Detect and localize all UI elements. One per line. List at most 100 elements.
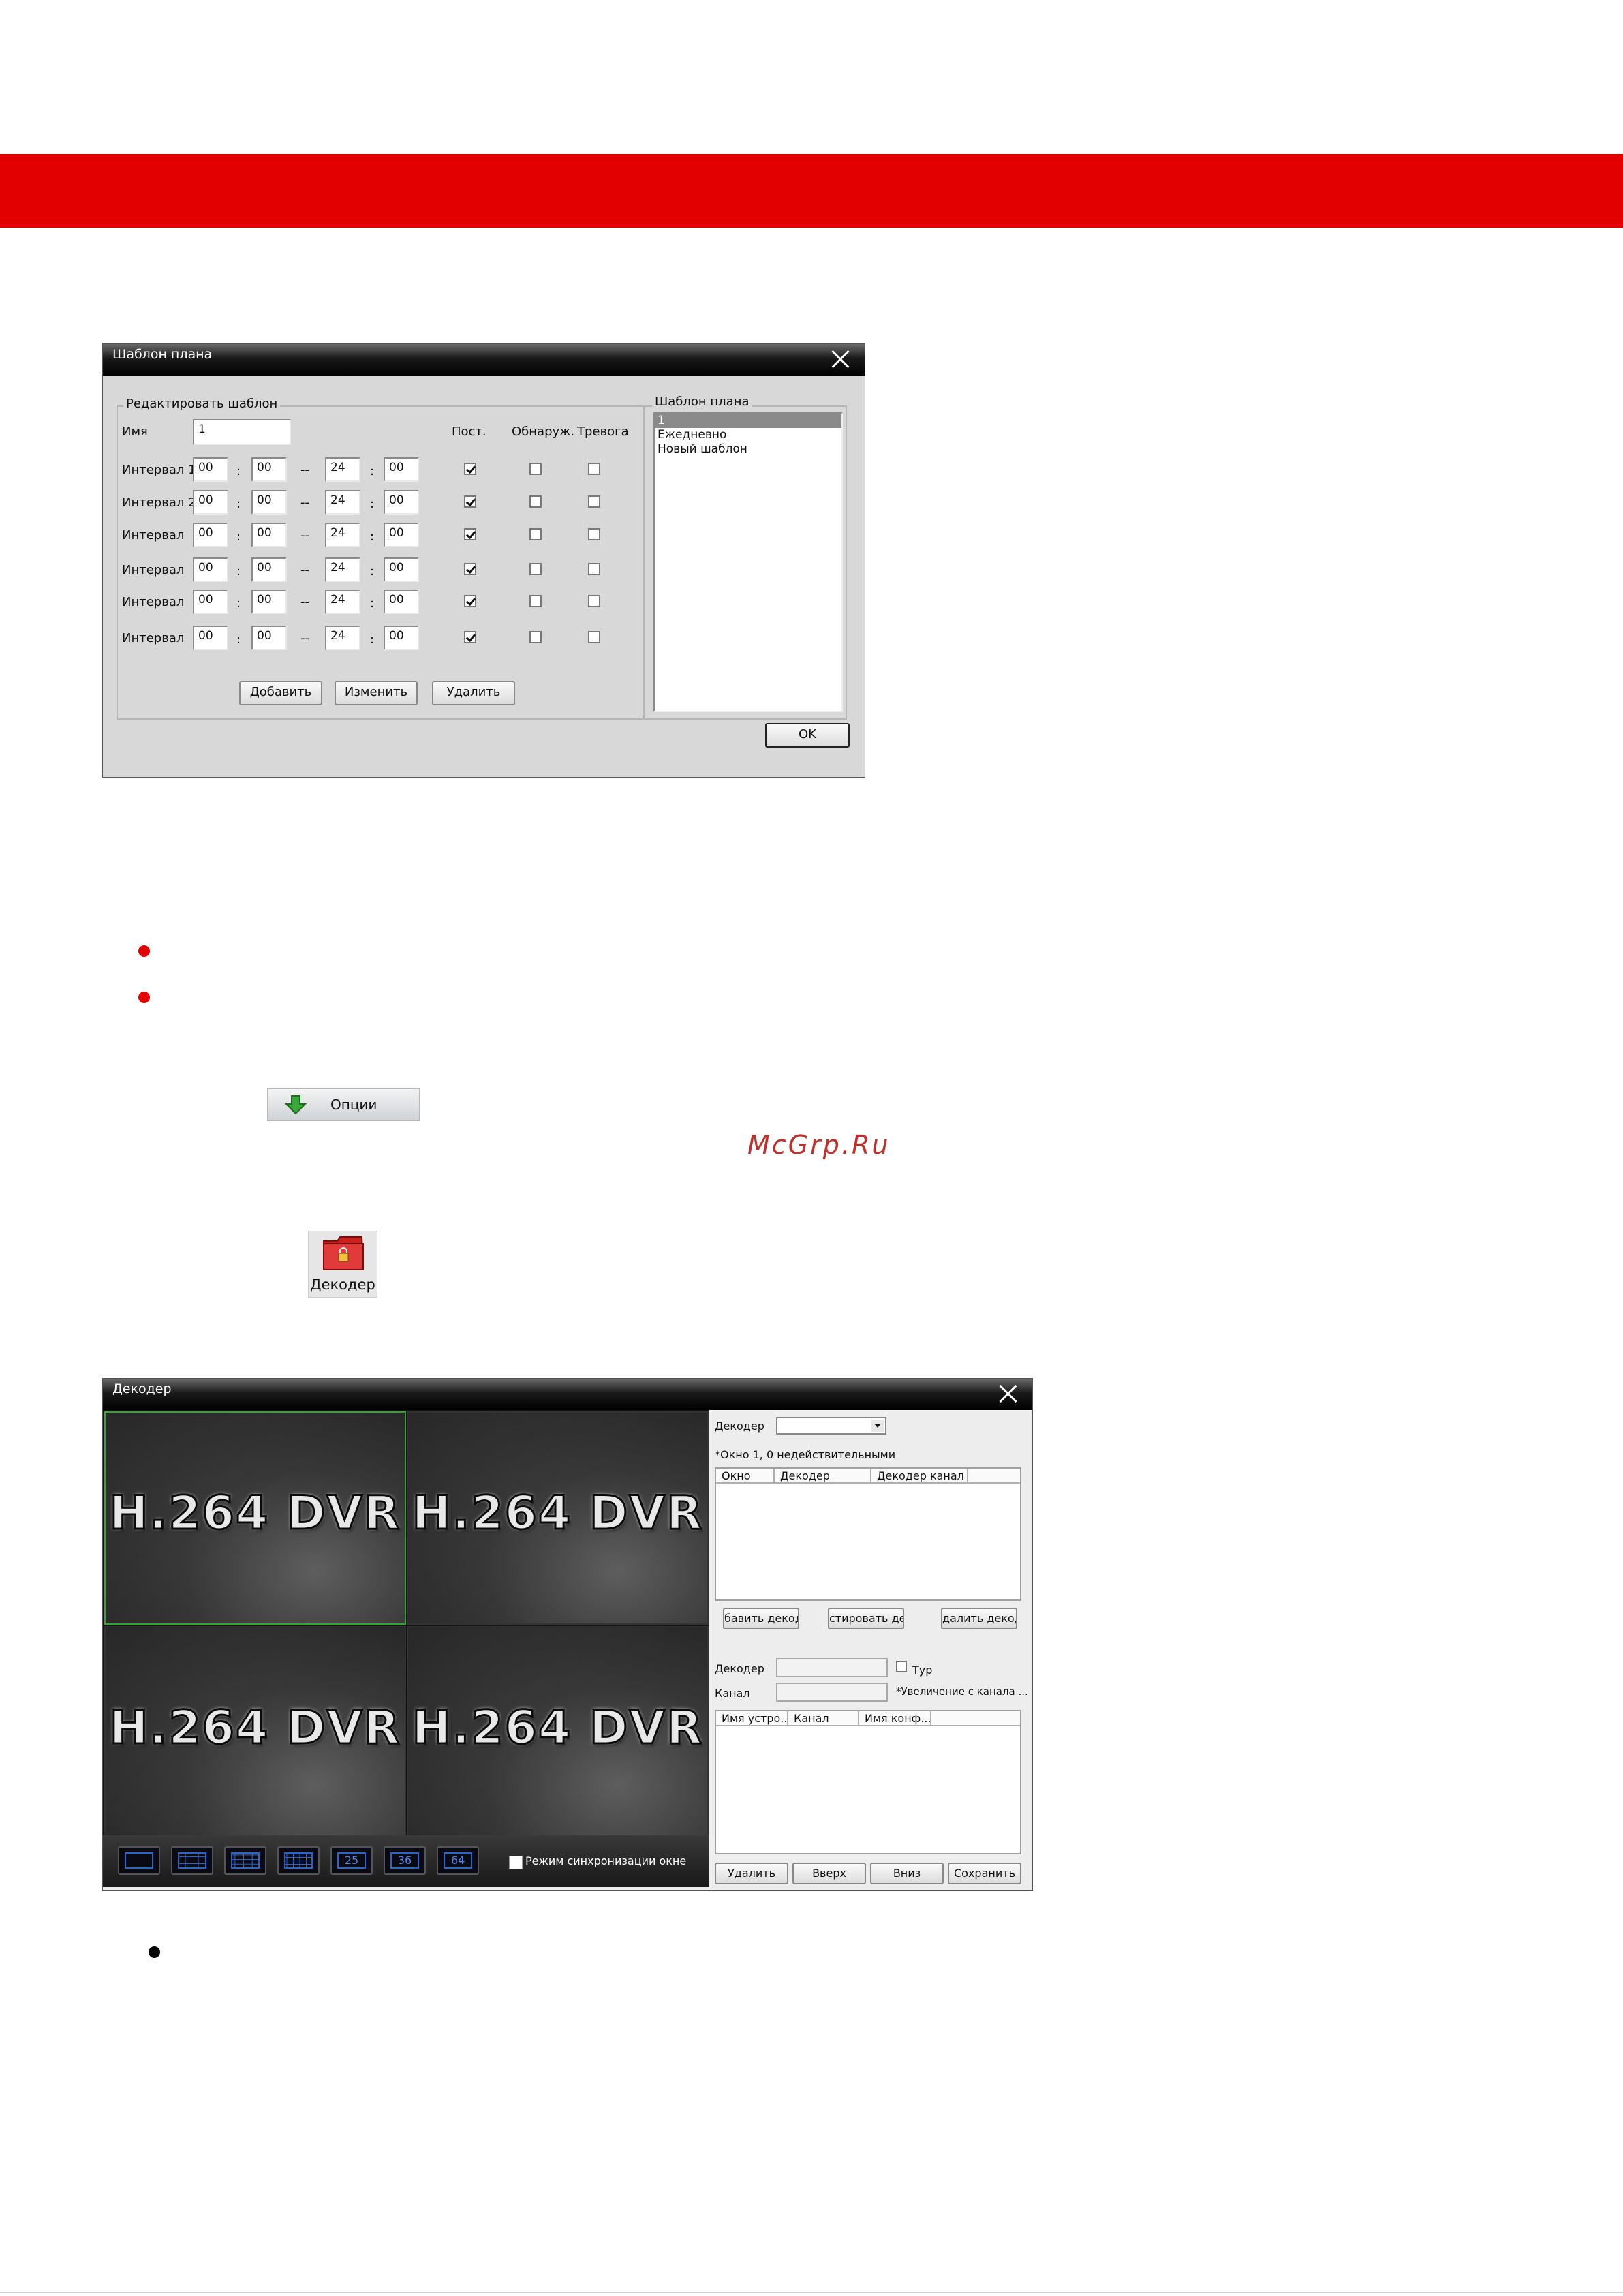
end-minute-input[interactable]: 00 bbox=[384, 490, 419, 515]
detect-checkbox[interactable] bbox=[529, 631, 542, 643]
post-checkbox[interactable] bbox=[464, 528, 476, 540]
add-decoder-button[interactable]: бавить декод bbox=[723, 1608, 799, 1629]
save-button[interactable]: Сохранить bbox=[948, 1863, 1021, 1884]
start-hour-input[interactable]: 00 bbox=[193, 523, 228, 547]
layout-36-button[interactable]: 36 bbox=[384, 1846, 426, 1875]
layout-4-button[interactable] bbox=[171, 1846, 213, 1875]
list-item[interactable]: Ежедневно bbox=[655, 428, 841, 442]
edit-decoder-button[interactable]: стировать ден bbox=[828, 1608, 904, 1629]
alarm-checkbox[interactable] bbox=[588, 495, 600, 508]
start-hour-input[interactable]: 00 bbox=[193, 457, 228, 482]
end-minute-input[interactable]: 00 bbox=[384, 626, 419, 650]
post-checkbox[interactable] bbox=[464, 495, 476, 508]
start-minute-input[interactable]: 00 bbox=[251, 626, 287, 650]
start-minute-input[interactable]: 00 bbox=[251, 457, 287, 482]
end-minute-input[interactable]: 00 bbox=[384, 590, 419, 614]
delete-decoder-button[interactable]: далить декоде bbox=[941, 1608, 1017, 1629]
layout-9-button[interactable] bbox=[224, 1846, 266, 1875]
window-title-bar[interactable]: Декодер bbox=[103, 1379, 1032, 1410]
decoder-select[interactable] bbox=[776, 1417, 886, 1435]
alarm-checkbox[interactable] bbox=[588, 528, 600, 540]
window-title: Декодер bbox=[112, 1381, 172, 1396]
post-checkbox[interactable] bbox=[464, 631, 476, 643]
detect-checkbox[interactable] bbox=[529, 595, 542, 607]
name-input[interactable]: 1 bbox=[193, 419, 291, 445]
interval-label: Интервал 1 bbox=[122, 463, 196, 477]
up-button[interactable]: Вверх bbox=[792, 1863, 866, 1884]
alarm-checkbox[interactable] bbox=[588, 631, 600, 643]
start-hour-input[interactable]: 00 bbox=[193, 590, 228, 614]
end-hour-input[interactable]: 24 bbox=[325, 590, 360, 614]
table-header-device-name[interactable]: Имя устро... bbox=[716, 1711, 788, 1726]
channel-field[interactable] bbox=[776, 1683, 888, 1702]
end-minute-input[interactable]: 00 bbox=[384, 457, 419, 482]
list-item[interactable]: Новый шаблон bbox=[655, 442, 841, 457]
template-list[interactable]: 1 Ежедневно Новый шаблон bbox=[653, 412, 843, 712]
edit-button[interactable]: Изменить bbox=[335, 681, 418, 705]
video-tile-1[interactable]: H.264 DVR bbox=[104, 1411, 406, 1625]
alarm-checkbox[interactable] bbox=[588, 463, 600, 475]
down-button[interactable]: Вниз bbox=[870, 1863, 944, 1884]
end-hour-input[interactable]: 24 bbox=[325, 457, 360, 482]
end-hour-input[interactable]: 24 bbox=[325, 490, 360, 515]
sync-mode-checkbox[interactable] bbox=[509, 1856, 523, 1869]
layout-25-icon: 25 bbox=[337, 1852, 366, 1869]
start-hour-input[interactable]: 00 bbox=[193, 490, 228, 515]
detect-checkbox[interactable] bbox=[529, 528, 542, 540]
ok-button[interactable]: OK bbox=[765, 723, 850, 748]
decoder-icon-label: Декодер bbox=[310, 1276, 375, 1293]
col-header-post: Пост. bbox=[452, 425, 486, 439]
header-band bbox=[0, 154, 1623, 228]
layout-1-button[interactable] bbox=[118, 1846, 160, 1875]
alarm-checkbox[interactable] bbox=[588, 563, 600, 575]
video-tile-2[interactable]: H.264 DVR bbox=[407, 1411, 709, 1625]
video-tile-4[interactable]: H.264 DVR bbox=[407, 1626, 709, 1839]
start-minute-input[interactable]: 00 bbox=[251, 557, 287, 582]
start-minute-input[interactable]: 00 bbox=[251, 590, 287, 614]
start-minute-input[interactable]: 00 bbox=[251, 523, 287, 547]
post-checkbox[interactable] bbox=[464, 595, 476, 607]
decoder-launch-button[interactable]: Декодер bbox=[308, 1231, 377, 1298]
window-title-bar[interactable]: Шаблон плана bbox=[103, 344, 865, 376]
tour-checkbox[interactable] bbox=[896, 1661, 907, 1672]
start-hour-input[interactable]: 00 bbox=[193, 626, 228, 650]
table-header-decoder-channel[interactable]: Декодер канал bbox=[871, 1469, 968, 1484]
layout-64-button[interactable]: 64 bbox=[437, 1846, 479, 1875]
layout-36-icon: 36 bbox=[390, 1852, 419, 1869]
chevron-down-icon[interactable] bbox=[871, 1420, 884, 1432]
delete-button[interactable]: Удалить bbox=[432, 681, 515, 705]
decoder-window-table[interactable]: Окно Декодер Декодер канал bbox=[715, 1467, 1021, 1601]
table-header-decoder[interactable]: Декодер bbox=[775, 1469, 871, 1484]
add-button[interactable]: Добавить bbox=[239, 681, 322, 705]
decoder2-field[interactable] bbox=[776, 1658, 888, 1677]
end-minute-input[interactable]: 00 bbox=[384, 523, 419, 547]
close-icon[interactable] bbox=[997, 1383, 1019, 1405]
detect-checkbox[interactable] bbox=[529, 563, 542, 575]
end-hour-input[interactable]: 24 bbox=[325, 557, 360, 582]
delete-button[interactable]: Удалить bbox=[715, 1863, 788, 1884]
table-header-config-name[interactable]: Имя конф... bbox=[859, 1711, 931, 1726]
options-button[interactable]: Опции bbox=[267, 1088, 420, 1121]
end-hour-input[interactable]: 24 bbox=[325, 626, 360, 650]
start-minute-input[interactable]: 00 bbox=[251, 490, 287, 515]
close-icon[interactable] bbox=[829, 348, 851, 370]
video-tile-3[interactable]: H.264 DVR bbox=[104, 1626, 406, 1839]
layout-16-button[interactable] bbox=[277, 1846, 320, 1875]
channel-table[interactable]: Имя устро... Канал Имя конф... bbox=[715, 1710, 1021, 1854]
table-header-window[interactable]: Окно bbox=[716, 1469, 775, 1484]
detect-checkbox[interactable] bbox=[529, 463, 542, 475]
start-hour-input[interactable]: 00 bbox=[193, 557, 228, 582]
colon-separator: : bbox=[236, 530, 241, 544]
table-header-channel[interactable]: Канал bbox=[788, 1711, 859, 1726]
end-hour-input[interactable]: 24 bbox=[325, 523, 360, 547]
tour-label: Тур bbox=[912, 1664, 933, 1677]
layout-25-button[interactable]: 25 bbox=[330, 1846, 373, 1875]
post-checkbox[interactable] bbox=[464, 563, 476, 575]
post-checkbox[interactable] bbox=[464, 463, 476, 475]
detect-checkbox[interactable] bbox=[529, 495, 542, 508]
list-item[interactable]: 1 bbox=[655, 414, 841, 428]
layout-64-icon: 64 bbox=[444, 1852, 472, 1869]
end-minute-input[interactable]: 00 bbox=[384, 557, 419, 582]
bullet-black bbox=[149, 1946, 160, 1958]
alarm-checkbox[interactable] bbox=[588, 595, 600, 607]
